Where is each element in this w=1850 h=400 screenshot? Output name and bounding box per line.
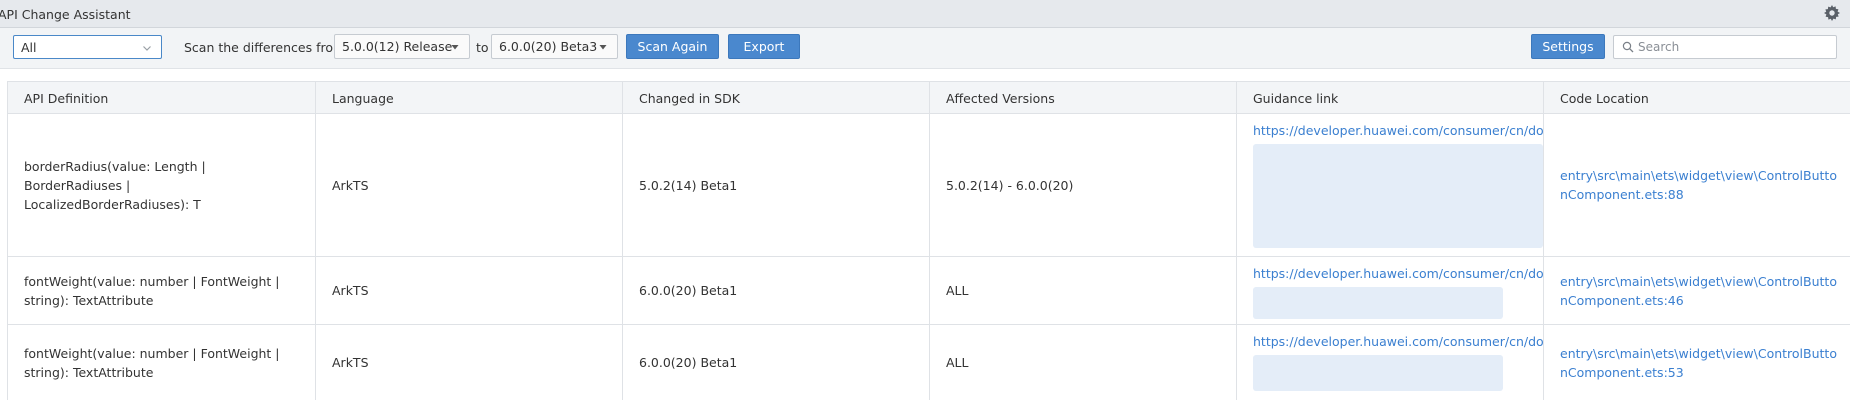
to-label: to (476, 40, 489, 55)
chevron-down-icon (143, 46, 151, 51)
code-location-link[interactable]: entry\src\main\ets\widget\view\ControlBu… (1560, 166, 1840, 204)
api-changes-table: API Definition Language Changed in SDK A… (7, 81, 1850, 400)
column-header-code-location[interactable]: Code Location (1544, 82, 1850, 114)
column-header-guidance-link[interactable]: Guidance link (1237, 82, 1544, 114)
to-version-select[interactable]: 6.0.0(20) Beta3 (491, 34, 618, 59)
table-row-3-location[interactable]: entry\src\main\ets\widget\view\ControlBu… (1544, 325, 1850, 400)
table-row-3-affected[interactable]: ALL (930, 325, 1237, 400)
table-row-3-guidance[interactable]: https://developer.huawei.com/consumer/cn… (1237, 325, 1544, 400)
api-definition-text: fontWeight(value: number | FontWeight | … (24, 345, 280, 380)
column-header-affected-versions[interactable]: Affected Versions (930, 82, 1237, 114)
table-row-2-api[interactable]: fontWeight(value: number | FontWeight | … (8, 257, 316, 325)
guidance-link[interactable]: https://developer.huawei.com/consumer/cn… (1253, 332, 1544, 351)
scan-label: Scan the differences from (184, 40, 346, 55)
caret-down-icon (599, 45, 607, 50)
search-box[interactable] (1613, 35, 1837, 59)
filter-select[interactable]: All (13, 35, 162, 59)
table-row-2-location[interactable]: entry\src\main\ets\widget\view\ControlBu… (1544, 257, 1850, 325)
table-row-2-affected[interactable]: ALL (930, 257, 1237, 325)
guidance-link[interactable]: https://developer.huawei.com/consumer/cn… (1253, 264, 1544, 283)
export-button[interactable]: Export (728, 34, 800, 59)
guidance-link[interactable]: https://developer.huawei.com/consumer/cn… (1253, 121, 1544, 140)
caret-down-icon (451, 45, 459, 50)
settings-button[interactable]: Settings (1531, 34, 1605, 59)
table-row-3-changed-in[interactable]: 6.0.0(20) Beta1 (623, 325, 930, 400)
redacted-content (1253, 355, 1503, 391)
language-text: ArkTS (332, 355, 369, 370)
changed-in-text: 5.0.2(14) Beta1 (639, 177, 738, 193)
changed-in-text: 6.0.0(20) Beta1 (639, 283, 738, 298)
table-row-1-affected[interactable]: 5.0.2(14) - 6.0.0(20) (930, 114, 1237, 257)
from-version-select[interactable]: 5.0.0(12) Release (334, 34, 470, 59)
language-text: ArkTS (332, 177, 369, 193)
column-header-changed-in-sdk[interactable]: Changed in SDK (623, 82, 930, 114)
redacted-content (1253, 287, 1503, 319)
scan-again-button[interactable]: Scan Again (626, 34, 719, 59)
redacted-content (1253, 144, 1543, 248)
table-row-1-api[interactable]: borderRadius(value: Length | BorderRadiu… (8, 114, 316, 257)
affected-versions-text: ALL (946, 355, 969, 370)
table-row-1-changed-in[interactable]: 5.0.2(14) Beta1 (623, 114, 930, 257)
affected-versions-text: 5.0.2(14) - 6.0.0(20) (946, 177, 1074, 193)
table-row-3-api[interactable]: fontWeight(value: number | FontWeight | … (8, 325, 316, 400)
to-version-value: 6.0.0(20) Beta3 (499, 39, 598, 54)
window-title: API Change Assistant (0, 7, 131, 22)
gear-icon[interactable] (1824, 5, 1840, 21)
language-text: ArkTS (332, 283, 369, 298)
table-row-2-guidance[interactable]: https://developer.huawei.com/consumer/cn… (1237, 257, 1544, 325)
table-row-2-language[interactable]: ArkTS (316, 257, 623, 325)
affected-versions-text: ALL (946, 283, 969, 298)
column-header-language[interactable]: Language (316, 82, 623, 114)
changed-in-text: 6.0.0(20) Beta1 (639, 355, 738, 370)
table-row-1-location[interactable]: entry\src\main\ets\widget\view\ControlBu… (1544, 114, 1850, 257)
filter-select-value: All (21, 40, 37, 55)
table-row-1-guidance[interactable]: https://developer.huawei.com/consumer/cn… (1237, 114, 1544, 257)
table-row-3-language[interactable]: ArkTS (316, 325, 623, 400)
code-location-link[interactable]: entry\src\main\ets\widget\view\ControlBu… (1560, 344, 1840, 382)
search-input[interactable] (1638, 38, 1830, 56)
table-row-1-language[interactable]: ArkTS (316, 114, 623, 257)
code-location-link[interactable]: entry\src\main\ets\widget\view\ControlBu… (1560, 272, 1840, 310)
api-definition-text: borderRadius(value: Length | BorderRadiu… (24, 158, 206, 212)
column-header-api-definition[interactable]: API Definition (8, 82, 316, 114)
table-row-2-changed-in[interactable]: 6.0.0(20) Beta1 (623, 257, 930, 325)
search-icon (1622, 41, 1634, 53)
title-bar: API Change Assistant (0, 0, 1850, 28)
api-definition-text: fontWeight(value: number | FontWeight | … (24, 273, 280, 308)
from-version-value: 5.0.0(12) Release (342, 39, 453, 54)
